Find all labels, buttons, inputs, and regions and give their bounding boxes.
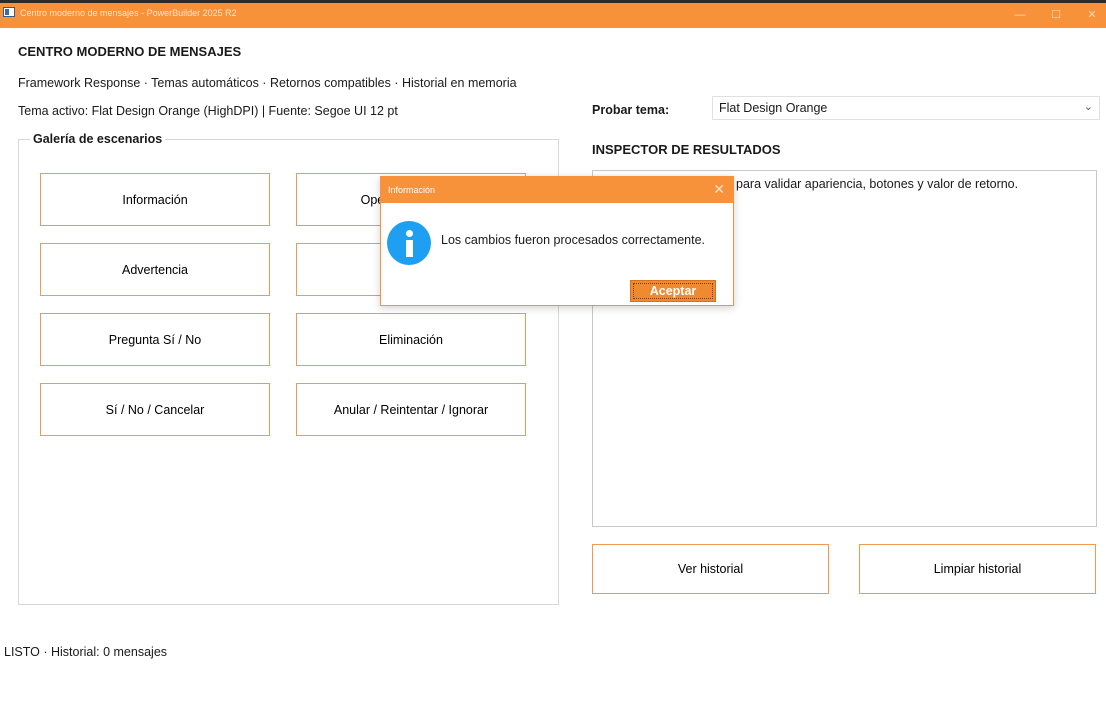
chevron-down-icon: ⌄ <box>1083 101 1093 113</box>
page-title: CENTRO MODERNO DE MENSAJES <box>18 44 242 59</box>
scenario-gallery-title: Galería de escenarios <box>30 132 166 146</box>
dialog-title: Información <box>388 185 436 195</box>
inspector-text: para validar apariencia, botones y valor… <box>736 177 1019 191</box>
theme-select[interactable]: Flat Design Orange ⌄ <box>712 96 1100 120</box>
information-button[interactable]: Información <box>40 173 270 226</box>
dialog-close-icon[interactable]: ✕ <box>713 181 725 198</box>
theme-picker-label: Probar tema: <box>592 103 670 117</box>
view-history-button[interactable]: Ver historial <box>592 544 829 594</box>
info-icon <box>387 221 431 265</box>
theme-select-value: Flat Design Orange <box>719 101 828 115</box>
page-subtitle: Framework Response · Temas automáticos ·… <box>18 76 517 90</box>
maximize-icon[interactable]: ☐ <box>1046 7 1066 23</box>
accept-button[interactable]: Aceptar <box>630 280 716 302</box>
window-titlebar: Centro moderno de mensajes - PowerBuilde… <box>0 0 1106 28</box>
information-dialog: Información ✕ Los cambios fueron procesa… <box>380 176 734 306</box>
active-theme-info: Tema activo: Flat Design Orange (HighDPI… <box>18 104 398 118</box>
question-yes-no-button[interactable]: Pregunta Sí / No <box>40 313 270 366</box>
delete-button[interactable]: Eliminación <box>296 313 526 366</box>
yes-no-cancel-button[interactable]: Sí / No / Cancelar <box>40 383 270 436</box>
clear-history-button[interactable]: Limpiar historial <box>859 544 1096 594</box>
abort-retry-ignore-button[interactable]: Anular / Reintentar / Ignorar <box>296 383 526 436</box>
close-icon[interactable]: ✕ <box>1082 7 1102 23</box>
warning-button[interactable]: Advertencia <box>40 243 270 296</box>
app-icon <box>3 7 15 17</box>
dialog-message: Los cambios fueron procesados correctame… <box>441 233 706 247</box>
window-title: Centro moderno de mensajes - PowerBuilde… <box>20 8 237 18</box>
inspector-title: INSPECTOR DE RESULTADOS <box>592 142 781 157</box>
status-bar: LISTO · Historial: 0 mensajes <box>4 645 168 659</box>
minimize-icon[interactable]: — <box>1010 7 1030 23</box>
